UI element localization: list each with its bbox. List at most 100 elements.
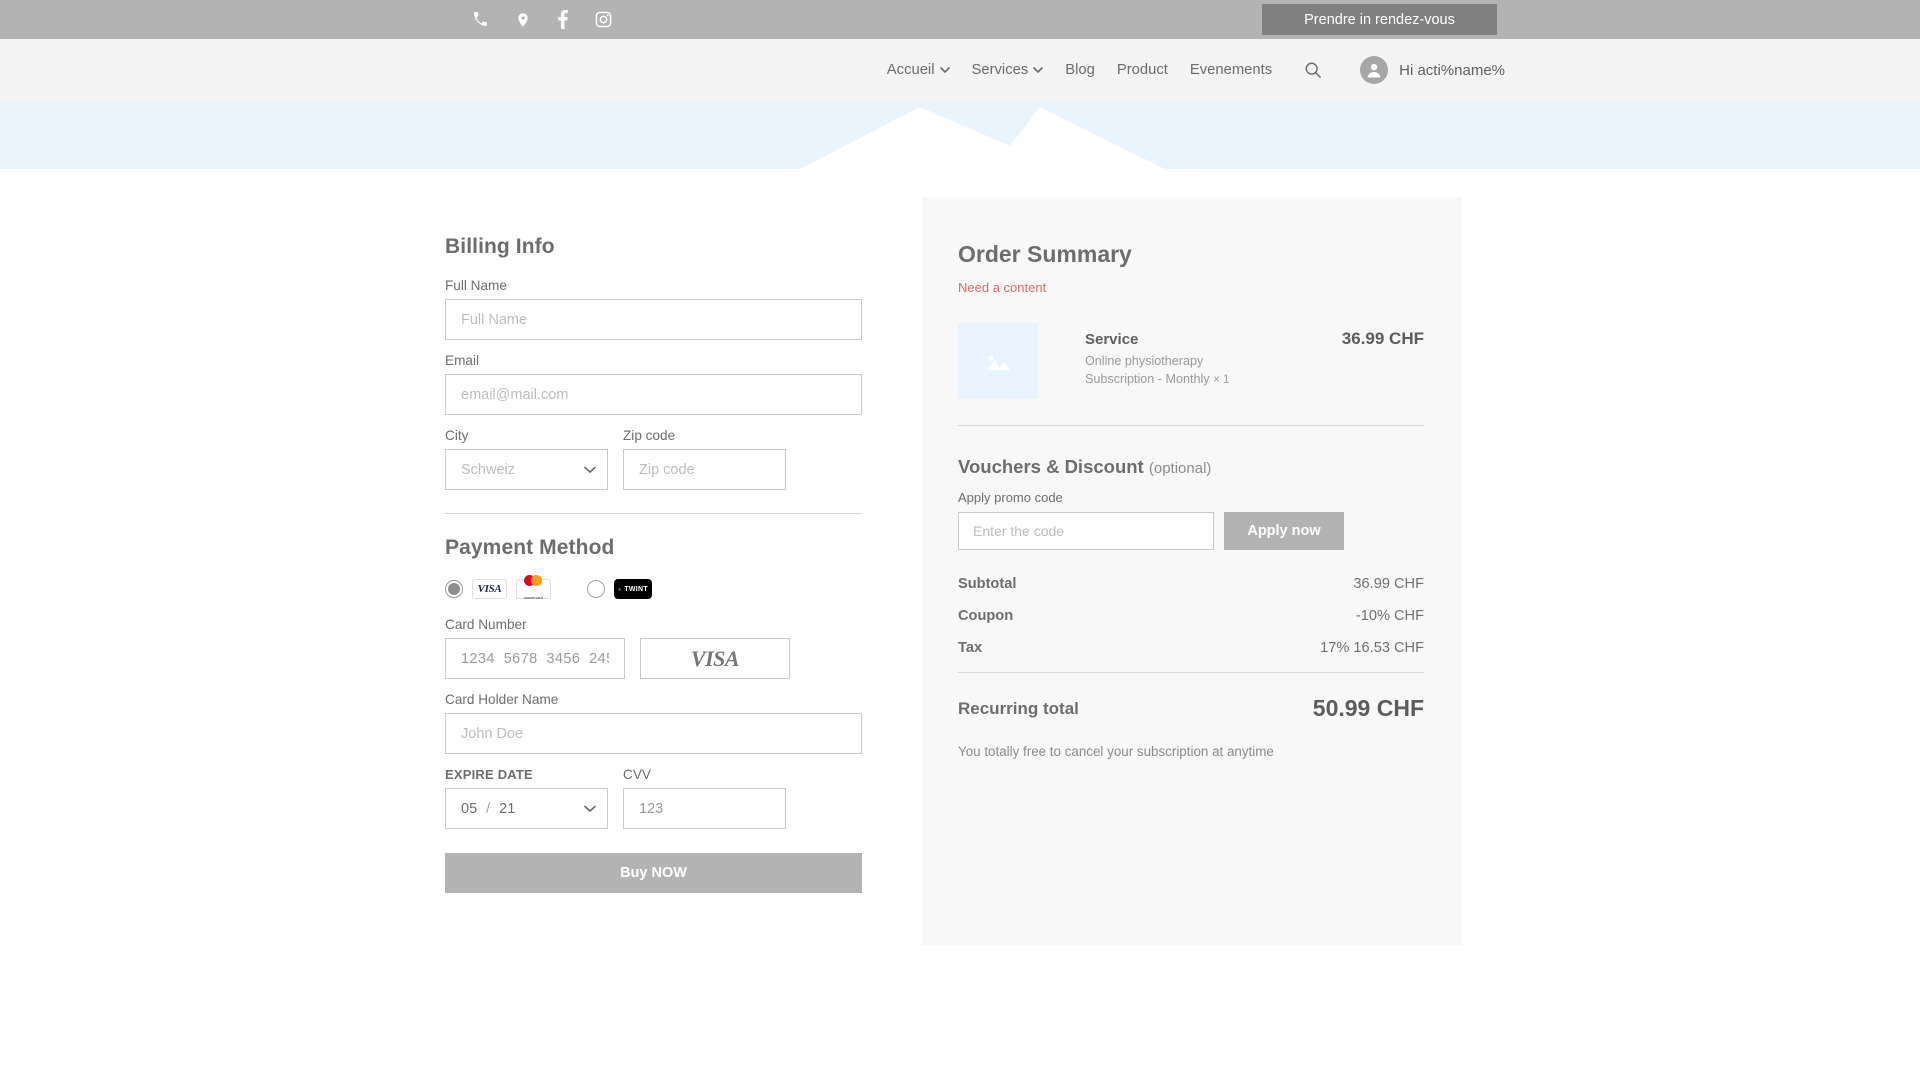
vouchers-heading: Vouchers & Discount (optional): [958, 456, 1424, 478]
payment-radio-card[interactable]: [445, 580, 463, 598]
checkout-page: Prendre in rendez-vous Accueil Services …: [0, 0, 1920, 1080]
recurring-total-row: Recurring total 50.99 CHF: [958, 673, 1424, 722]
cvv-label: CVV: [623, 767, 651, 782]
order-summary-panel: Order Summary Need a content Service Onl…: [922, 197, 1462, 945]
facebook-icon[interactable]: [557, 10, 569, 29]
order-item-subscription-line: Subscription - Monthly × 1: [1085, 371, 1342, 389]
nav-item-label: Accueil: [886, 62, 935, 78]
location-pin-icon[interactable]: [515, 11, 531, 29]
order-item-name: Service: [1085, 331, 1139, 348]
hero-mountain-shape: [800, 107, 1165, 169]
order-item-subscription: Subscription - Monthly: [1085, 371, 1210, 386]
buy-now-button[interactable]: Buy NOW: [445, 853, 862, 893]
zip-field-group: Zip code: [623, 428, 786, 490]
expire-separator: /: [486, 800, 491, 817]
promo-code-input[interactable]: [958, 512, 1214, 550]
totals-section: Subtotal 36.99 CHF Coupon -10% CHF Tax 1…: [958, 550, 1424, 656]
billing-column: Billing Info Full Name Email City Schwei…: [445, 197, 862, 945]
subtotal-value: 36.99 CHF: [1353, 576, 1424, 592]
expire-date-select[interactable]: 05 / 21: [445, 788, 608, 829]
total-line-subtotal: Subtotal 36.99 CHF: [958, 576, 1424, 592]
vouchers-optional-label: (optional): [1148, 460, 1212, 477]
full-name-input[interactable]: [445, 299, 862, 340]
card-number-field-group: Card Number VISA: [445, 617, 862, 679]
visa-logo-icon: VISA: [472, 579, 507, 599]
order-item-details: Service Online physiotherapy Subscriptio…: [1038, 323, 1342, 388]
nav-item-accueil[interactable]: Accueil: [887, 62, 950, 78]
city-zip-row: City Schweiz Zip code: [445, 428, 862, 490]
order-item-quantity: × 1: [1213, 373, 1230, 386]
apply-promo-button[interactable]: Apply now: [1224, 512, 1344, 550]
main-navigation: Accueil Services Blog Product Evenements: [0, 39, 1920, 101]
order-item-price: 36.99 CHF: [1341, 329, 1424, 348]
card-number-label: Card Number: [445, 617, 527, 632]
coupon-value: -10% CHF: [1355, 608, 1424, 624]
expire-date-label: EXPIRE DATE: [445, 767, 533, 782]
tax-label: Tax: [958, 640, 983, 656]
expiry-cvv-row: EXPIRE DATE 05 / 21 CVV 123: [445, 767, 862, 829]
vouchers-section: Vouchers & Discount (optional) Apply pro…: [958, 426, 1424, 550]
nav-item-label: Services: [971, 62, 1029, 78]
search-icon[interactable]: [1304, 61, 1322, 79]
city-field-group: City Schweiz: [445, 428, 608, 490]
tax-value: 17% 16.53 CHF: [1320, 640, 1424, 656]
nav-item-product[interactable]: Product: [1117, 62, 1168, 78]
coupon-label: Coupon: [958, 608, 1014, 624]
appointment-button[interactable]: Prendre in rendez-vous: [1262, 4, 1497, 35]
city-select-value: Schweiz: [461, 461, 515, 478]
payment-radio-twint[interactable]: [587, 580, 605, 598]
city-label: City: [445, 428, 469, 443]
nav-item-services[interactable]: Services: [972, 62, 1044, 78]
email-field-group: Email: [445, 353, 862, 415]
subtotal-label: Subtotal: [958, 576, 1017, 592]
avatar: [1360, 56, 1389, 84]
instagram-icon[interactable]: [595, 11, 612, 28]
zip-label: Zip code: [623, 428, 676, 443]
visa-brand-text: VISA: [690, 645, 740, 671]
user-menu[interactable]: Hi acti%name%: [1360, 56, 1505, 84]
hero-banner: [0, 101, 1920, 169]
payment-method-options: VISA mastercard TWINT: [445, 574, 862, 600]
order-summary-note: Need a content: [958, 280, 1047, 295]
cvv-input[interactable]: [623, 788, 786, 829]
card-holder-field-group: Card Holder Name: [445, 692, 862, 754]
image-placeholder-icon: [958, 323, 1038, 399]
email-label: Email: [445, 353, 479, 368]
expire-month-value: 05: [461, 800, 478, 817]
phone-icon[interactable]: [472, 11, 489, 28]
cancel-note: You totally free to cancel your subscrip…: [958, 744, 1274, 759]
twint-logo-icon: TWINT: [614, 579, 652, 599]
expire-year-value: 21: [499, 800, 516, 817]
card-number-input[interactable]: [445, 638, 625, 679]
zip-input[interactable]: [623, 449, 786, 490]
order-item-row: Service Online physiotherapy Subscriptio…: [958, 323, 1424, 399]
top-utility-bar: Prendre in rendez-vous: [0, 0, 1920, 39]
section-divider: [445, 513, 862, 514]
vouchers-heading-text: Vouchers & Discount: [958, 456, 1144, 477]
full-name-field-group: Full Name: [445, 278, 862, 340]
expire-date-field-group: EXPIRE DATE 05 / 21: [445, 767, 608, 829]
twint-label: TWINT: [624, 585, 648, 593]
social-icon-group: [472, 0, 612, 39]
total-line-coupon: Coupon -10% CHF: [958, 608, 1424, 624]
email-input[interactable]: [445, 374, 862, 415]
chevron-down-icon: [939, 66, 950, 74]
mastercard-logo-icon: mastercard: [516, 574, 551, 600]
nav-item-evenements[interactable]: Evenements: [1190, 62, 1272, 78]
recurring-total-label: Recurring total: [958, 698, 1079, 718]
billing-info-heading: Billing Info: [445, 235, 555, 258]
nav-item-blog[interactable]: Blog: [1065, 62, 1095, 78]
promo-code-label: Apply promo code: [958, 490, 1063, 505]
full-name-label: Full Name: [445, 278, 507, 293]
card-brand-display: VISA: [640, 638, 790, 679]
chevron-down-icon: [1033, 66, 1044, 74]
recurring-total-value: 50.99 CHF: [1312, 695, 1424, 721]
cvv-field-group: CVV: [623, 767, 786, 829]
user-greeting: Hi acti%name%: [1399, 61, 1505, 79]
city-select[interactable]: Schweiz: [445, 449, 608, 490]
total-line-tax: Tax 17% 16.53 CHF: [958, 640, 1424, 656]
card-holder-input[interactable]: [445, 713, 862, 754]
order-item-description: Online physiotherapy: [1085, 354, 1204, 368]
checkout-content: Billing Info Full Name Email City Schwei…: [0, 169, 1920, 945]
order-summary-heading: Order Summary: [958, 241, 1132, 267]
